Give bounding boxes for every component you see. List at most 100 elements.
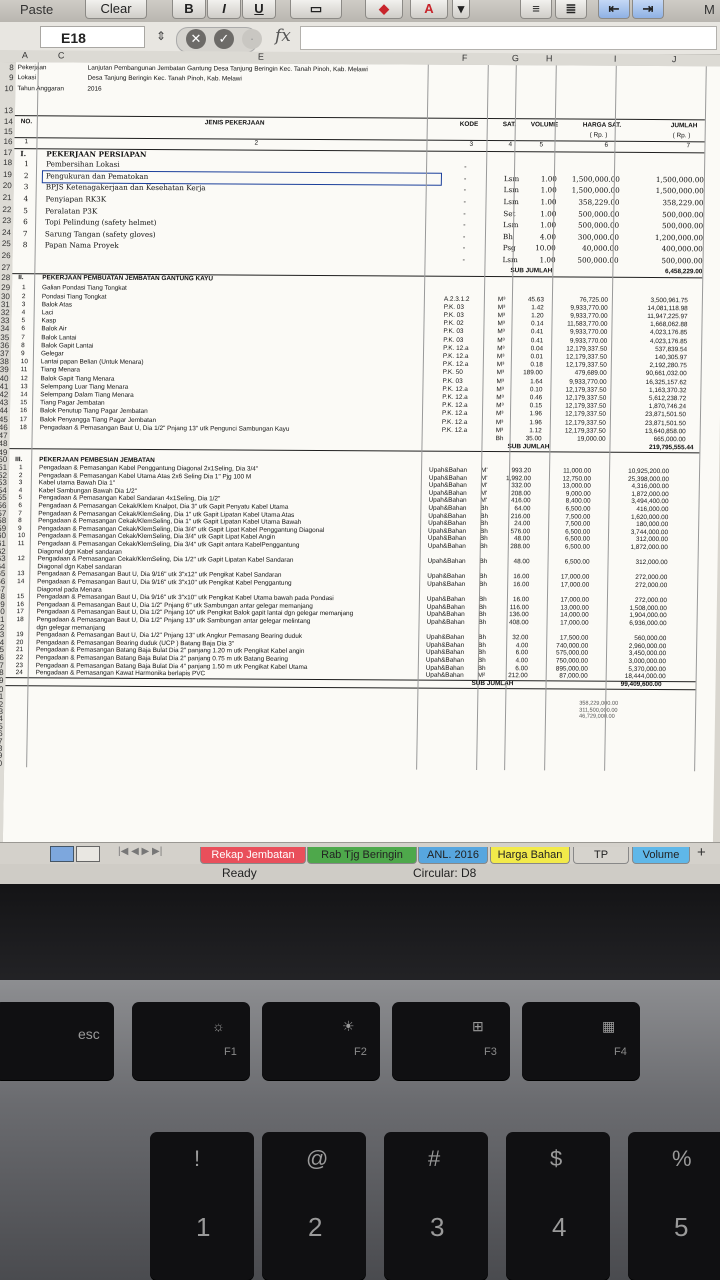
row-number[interactable]: 22	[0, 205, 13, 214]
sheet-row[interactable]: Bh 35.00 19,000.00 665,000.00	[10, 432, 720, 443]
row-number[interactable]: 25	[0, 239, 13, 248]
sheet-row[interactable]: 14 Selempang Dalam Tiang Menara P.K. 12.a M…	[10, 391, 720, 402]
sheet-row[interactable]: SUB JUMLAH 219,795,555.44	[10, 440, 720, 451]
column-header[interactable]: H	[546, 53, 553, 63]
sheet-row[interactable]	[5, 693, 715, 697]
align-left-button[interactable]: ≡	[520, 0, 552, 19]
sheet-row[interactable]	[5, 730, 715, 734]
sheet-row[interactable]: 3 Balok Atas P.K. 03 M³ 1.42 9,933,770.00 14,0…	[12, 301, 720, 312]
sheet-row[interactable]: 16 Balok Penutup Tiang Pagar Jembatan P.K.…	[10, 407, 720, 419]
sheet-row[interactable]: 2 Pengadaan & Pemasangan Kabel Utama Atas…	[9, 472, 719, 483]
sheet-row[interactable]: Diagonal pada Menara	[7, 586, 717, 593]
sheet-row[interactable]: 18 Pengadaan & Pemasangan Baut U, Dia 1/2…	[10, 424, 720, 435]
sheet-row[interactable]: 3 Kabel utama Bawah Dia 1" Upah&Bahan M' 332…	[9, 479, 719, 490]
sheet-row[interactable]: 13 Selempang Luar Tiang Menara P.K. 12.a M³…	[10, 383, 720, 394]
row-number[interactable]: 15	[0, 127, 15, 136]
add-sheet-icon[interactable]: +	[697, 844, 706, 861]
borders-button[interactable]: ▭	[290, 0, 342, 19]
sheet-row[interactable]: 4 Kabel Sambungan Bawah Dia 1/2" Upah&Baha…	[9, 487, 719, 498]
sheet-row[interactable]	[4, 760, 714, 764]
sheet-row[interactable]: 18 Pengadaan & Pemasangan Baut U, Dia 1/2…	[7, 616, 717, 627]
sheet-row[interactable]	[4, 745, 714, 749]
sheet-row[interactable]: 7 Balok Lantai P.K. 03 M³ 0.41 9,933,770.00 4,…	[11, 334, 720, 345]
sheet-row[interactable]: 2 Pondasi Tiang Tongkat A.2.3.1.2 M³ 45.63 76…	[12, 293, 720, 304]
sheet-row[interactable]: 11 Pengadaan & Pemasangan Cekak/KlemSelin…	[8, 540, 718, 551]
sheet-row[interactable]: Diagonal dgn Kabel sandaran	[7, 563, 717, 571]
row-number[interactable]: 26	[0, 251, 13, 260]
function-icon[interactable]: ·	[242, 29, 262, 49]
column-header[interactable]: A	[22, 50, 28, 60]
name-box[interactable]: E18	[40, 26, 145, 48]
row-number[interactable]: 23	[0, 216, 13, 225]
row-number[interactable]: 24	[0, 228, 13, 237]
sheet-tab[interactable]: TP	[573, 847, 629, 864]
fill-color-button[interactable]: ◆	[365, 0, 403, 19]
sheet-row[interactable]: 5 Pengadaan & Pemasangan Kabel Sandaran 4…	[9, 494, 719, 506]
underline-button[interactable]: U	[242, 0, 276, 19]
sheet-row[interactable]: 6 Pengadaan & Pemasangan Cekak/Klem Knalp…	[9, 502, 719, 513]
sheet-row[interactable]: 12 Pengadaan & Pemasangan Cekak/KlemSelin…	[8, 555, 718, 566]
page-layout-icon[interactable]	[76, 846, 100, 862]
row-number[interactable]: 8	[0, 63, 16, 72]
sheet-row[interactable]: 12 Balok Gapit Tiang Menara P.K. 03 M³ 1.64 9…	[11, 375, 720, 386]
row-number[interactable]: 14	[0, 117, 15, 126]
row-number[interactable]: 16	[0, 137, 15, 146]
sheet-row[interactable]: dgn gelegar memanjang	[6, 624, 716, 631]
font-color-dropdown[interactable]: ▾	[452, 0, 470, 19]
enter-check-icon[interactable]: ✓	[214, 29, 234, 49]
sheet-row[interactable]: 9 Gelegar P.K. 12.a M³ 0.01 12,179,337.50 140,…	[11, 350, 720, 361]
row-number[interactable]: 20	[0, 181, 14, 190]
sheet-row[interactable]: 17 Balok Penyangga Tiang Pagar Jembatan P.…	[10, 416, 720, 427]
sheet-tab[interactable]: ANL. 2016	[418, 847, 488, 864]
sheet-row[interactable]: III. PEKERJAAN PEMBESIAN JEMBATAN	[9, 456, 719, 464]
bold-button[interactable]: B	[172, 0, 206, 19]
column-header[interactable]: F	[462, 53, 468, 63]
sheet-row[interactable]: 20 Pengadaan & Pemasangan Bearing duduk (…	[6, 639, 716, 650]
tab-scroll-arrows[interactable]: |◀ ◀ ▶ ▶|	[118, 846, 162, 857]
sheet-row[interactable]: 10 Lantai papan Belian (Untuk Menara) P.K.…	[11, 358, 720, 369]
sheet-row[interactable]: 7 Pengadaan & Pemasangan Cekak/KlemSeling…	[8, 510, 718, 521]
sheet-row[interactable]: 11 Tiang Menara P.K. 50 M³ 189.00 479,689.00 9…	[11, 366, 720, 378]
sheet-row[interactable]: 8 Pengadaan & Pemasangan Cekak/KlemSeling…	[8, 517, 718, 528]
row-number[interactable]: 27	[0, 263, 12, 272]
cancel-icon[interactable]: ✕	[186, 29, 206, 49]
normal-view-icon[interactable]	[50, 846, 74, 862]
sheet-row[interactable]: 19 Pengadaan & Pemasangan Baut U, Dia 1/2…	[6, 631, 716, 642]
row-number[interactable]: 18	[0, 158, 14, 167]
sheet-tab[interactable]: Volume	[632, 847, 690, 864]
sheet-row[interactable]: 1 Galian Pondasi Tiang Tongkat	[12, 285, 720, 293]
paste-button[interactable]: Paste	[20, 2, 53, 17]
sheet-row[interactable]: 4 Laci P.K. 03 M³ 1.20 9,933,770.00 11,947,225…	[12, 309, 720, 320]
sheet-row[interactable]: 9 Pengadaan & Pemasangan Cekak/KlemSeling…	[8, 525, 718, 536]
sheet-tab[interactable]: Harga Bahan	[490, 847, 570, 864]
sheet-row[interactable]: 15 Tiang Pagar Jembatan P.K. 12.a M³ 0.15 12,…	[10, 399, 720, 410]
namebox-stepper-icon[interactable]: ⇕	[156, 29, 166, 43]
sheet-row[interactable]: 23 Pengadaan & Pemasangan Batang Baja Bul…	[6, 662, 716, 673]
row-number[interactable]: 17	[0, 148, 14, 157]
row-number[interactable]: 19	[0, 170, 14, 179]
sheet-row[interactable]: 6 Balok Air P.K. 03 M³ 0.41 9,933,770.00 4,023…	[11, 326, 720, 337]
sheet-row[interactable]: 21 Pengadaan & Pemasangan Batang Baja Bul…	[6, 646, 716, 658]
row-number[interactable]: 10	[0, 84, 15, 93]
sheet-row[interactable]: 8 Balok Gapit Lantai P.K. 12.a M³ 0.04 12,179…	[11, 342, 720, 353]
sheet-tab[interactable]: Rab Tjg Beringin	[307, 847, 417, 864]
sheet-tab[interactable]: Rekap Jembatan	[200, 847, 306, 864]
row-number[interactable]: 28	[0, 273, 12, 282]
decrease-indent-button[interactable]: ⇤	[598, 0, 630, 19]
formula-input[interactable]	[300, 26, 717, 50]
column-header[interactable]: I	[614, 54, 617, 64]
sheet-row[interactable]: 24 Pengadaan & Pemasangan Kawat Harmonika…	[6, 669, 716, 680]
sheet-row[interactable]: 16 Pengadaan & Pemasangan Baut U, Dia 1/2…	[7, 601, 717, 612]
column-header[interactable]: C	[58, 50, 65, 60]
cell-grid[interactable]: Pekerjaan Lanjutan Pembangunan Jembatan G…	[2, 62, 720, 857]
sheet-row[interactable]: 5 Kasp P.K. 02 M³ 0.14 11,583,770.00 1,668,062…	[12, 317, 720, 328]
sheet-row[interactable]: 10 Pengadaan & Pemasangan Cekak/KlemSelin…	[8, 532, 718, 544]
row-number[interactable]: 9	[0, 73, 16, 82]
increase-indent-button[interactable]: ⇥	[632, 0, 664, 19]
sheet-row[interactable]: 17 Pengadaan & Pemasangan Baut U, Dia 1/2…	[7, 608, 717, 620]
fx-label[interactable]: fx	[275, 26, 291, 46]
align-justify-button[interactable]: ≣	[555, 0, 587, 19]
column-header[interactable]: E	[258, 52, 264, 62]
sheet-row[interactable]: Lokasi Desa Tanjung Beringin Kec. Tanah P…	[16, 75, 720, 83]
sheet-row[interactable]: Tahun Anggaran 2016	[15, 85, 720, 93]
